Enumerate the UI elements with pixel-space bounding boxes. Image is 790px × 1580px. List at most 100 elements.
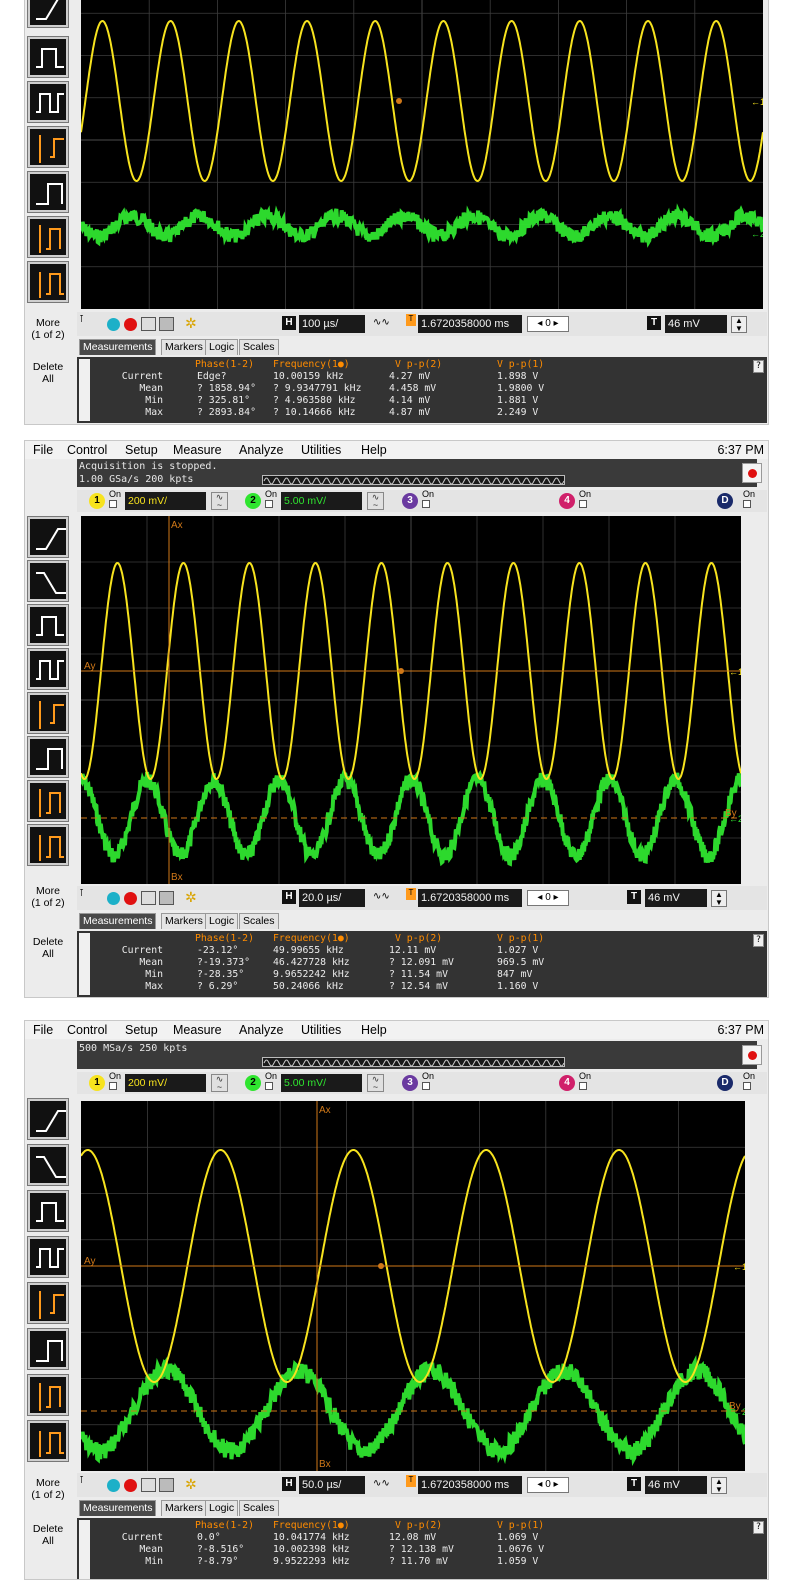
rising-edge-trigger-icon[interactable] [27,0,69,28]
position-stepper[interactable]: ◂ 0 ▸ [527,890,569,906]
menu-control[interactable]: Control [67,443,107,457]
tab-scales[interactable]: Scales [239,913,279,929]
tab-scales[interactable]: Scales [239,339,279,355]
more-button[interactable]: More (1 of 2) [27,317,69,341]
channel-3-icon[interactable]: 3 [402,493,418,509]
ch2-coupling-icon[interactable]: ∿ ~ [367,492,384,510]
menu-file[interactable]: File [33,443,53,457]
brightness-icon[interactable]: ✲ [185,889,197,906]
tab-logic[interactable]: Logic [205,339,239,355]
trigger-level-stepper[interactable]: ▲ ▼ [731,316,747,333]
menu-file[interactable]: File [33,1023,53,1037]
amplitude-icon[interactable] [27,692,69,734]
menu-analyze[interactable]: Analyze [239,443,283,457]
single-icon[interactable] [141,1478,156,1492]
rising-edge-icon[interactable] [27,1098,69,1140]
help-button[interactable]: ? [753,1521,764,1534]
tab-logic[interactable]: Logic [205,913,239,929]
ch2-on-checkbox[interactable] [265,1082,273,1090]
trigger-slope-icon[interactable]: ∿∿ [373,317,390,328]
menu-setup[interactable]: Setup [125,1023,158,1037]
menu-utilities[interactable]: Utilities [301,443,341,457]
position-stepper[interactable]: ◂ 0 ▸ [527,1477,569,1493]
ch1-on-checkbox[interactable] [109,500,117,508]
delete-all-button[interactable]: Delete All [27,936,69,960]
stop-icon[interactable] [124,318,137,331]
tab-markers[interactable]: Markers [161,339,207,355]
ch1-coupling-icon[interactable]: ∿ ~ [211,1074,228,1092]
ch1-scale-field[interactable]: 200 mV/ [125,1074,206,1092]
falling-edge-icon[interactable] [27,1144,69,1186]
run-icon[interactable] [107,892,120,905]
more-button[interactable]: More (1 of 2) [27,1477,69,1501]
channel-4-icon[interactable]: 4 [559,493,575,509]
run-stop-indicator[interactable] [742,463,762,483]
trigger-level-field[interactable]: 46 mV [645,1476,707,1494]
pulse-width-icon[interactable] [27,604,69,646]
menu-measure[interactable]: Measure [173,443,222,457]
trigger-slope-icon[interactable]: ∿∿ [373,891,390,902]
digital-on-checkbox[interactable] [743,500,751,508]
stop-icon[interactable] [124,1479,137,1492]
run-icon[interactable] [107,1479,120,1492]
ch1-coupling-icon[interactable]: ∿ ~ [211,492,228,510]
base-level-icon[interactable] [27,171,69,213]
help-button[interactable]: ? [753,360,764,373]
autoscale-icon[interactable] [159,891,174,905]
pulse-width-icon[interactable] [27,1190,69,1232]
menu-help[interactable]: Help [361,443,387,457]
delay-field[interactable]: 1.6720358000 ms [418,1476,522,1494]
more-button[interactable]: More (1 of 2) [27,885,69,909]
timebase-field[interactable]: 20.0 µs/ [299,889,365,907]
menu-setup[interactable]: Setup [125,443,158,457]
tab-measurements[interactable]: Measurements [79,913,157,929]
ch4-on-checkbox[interactable] [579,500,587,508]
delay-field[interactable]: 1.6720358000 ms [418,315,522,333]
period-icon[interactable] [27,648,69,690]
trigger-slope-icon[interactable]: ∿∿ [373,1478,390,1489]
ch2-on-checkbox[interactable] [265,500,273,508]
ch1-scale-field[interactable]: 200 mV/ [125,492,206,510]
falling-edge-icon[interactable] [27,560,69,602]
top-level-icon[interactable] [27,216,69,258]
trigger-level-stepper[interactable]: ▲ ▼ [711,1477,727,1494]
autoscale-icon[interactable] [159,317,174,331]
position-stepper[interactable]: ◂ 0 ▸ [527,316,569,332]
tab-logic[interactable]: Logic [205,1500,239,1516]
delete-all-button[interactable]: Delete All [27,1523,69,1547]
delete-all-button[interactable]: Delete All [27,361,69,385]
channel-3-icon[interactable]: 3 [402,1075,418,1091]
timebase-field[interactable]: 100 µs/ [299,315,365,333]
measurements-scrollbar[interactable] [79,933,90,995]
measurements-scrollbar[interactable] [79,1520,90,1579]
trigger-level-field[interactable]: 46 mV [645,889,707,907]
rising-edge-icon[interactable] [27,516,69,558]
menu-utilities[interactable]: Utilities [301,1023,341,1037]
tab-measurements[interactable]: Measurements [79,339,157,355]
digital-on-checkbox[interactable] [743,1082,751,1090]
channel-1-icon[interactable]: 1 [89,493,105,509]
channel-2-icon[interactable]: 2 [245,1075,261,1091]
menu-analyze[interactable]: Analyze [239,1023,283,1037]
amplitude-icon[interactable] [27,1282,69,1324]
tab-scales[interactable]: Scales [239,1500,279,1516]
tab-measurements[interactable]: Measurements [79,1500,157,1516]
menu-measure[interactable]: Measure [173,1023,222,1037]
channel-4-icon[interactable]: 4 [559,1075,575,1091]
amplitude-icon[interactable] [27,126,69,168]
single-icon[interactable] [141,317,156,331]
ch2-scale-field[interactable]: 5.00 mV/ [281,492,362,510]
menu-control[interactable]: Control [67,1023,107,1037]
channel-1-icon[interactable]: 1 [89,1075,105,1091]
top-level-icon[interactable] [27,780,69,822]
delay-field[interactable]: 1.6720358000 ms [418,889,522,907]
brightness-icon[interactable]: ✲ [185,1476,197,1493]
measurements-scrollbar[interactable] [79,359,90,421]
period-icon[interactable] [27,1236,69,1278]
ch2-scale-field[interactable]: 5.00 mV/ [281,1074,362,1092]
channel-2-icon[interactable]: 2 [245,493,261,509]
waveform-display[interactable]: AxBxAyBy←1←2 [79,1101,747,1471]
trigger-level-field[interactable]: 46 mV [665,315,727,333]
peak-to-peak-icon[interactable] [27,824,69,866]
ch1-on-checkbox[interactable] [109,1082,117,1090]
